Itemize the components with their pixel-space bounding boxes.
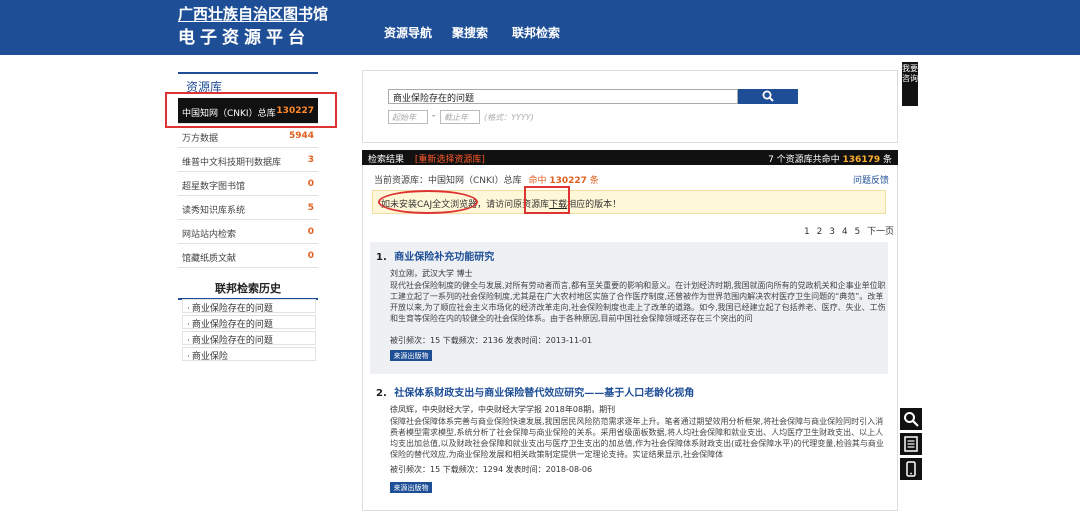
sidebar-title: 资源库 [178,72,318,94]
db-item-label: 网站站内检索 [182,230,237,240]
hits-count: 130227 [549,176,587,186]
platform-name: 电子资源平台 [178,28,310,48]
page-1[interactable]: 1 [804,227,810,237]
db-item-count: 5944 [288,131,314,141]
db-item-cnki[interactable]: 中国知网（CNKI）总库 130227 [178,98,318,124]
history-item[interactable]: 商业保险存在的问题 [182,299,316,314]
search-history-title: 联邦检索历史 [178,280,318,300]
history-item[interactable]: 商业保险存在的问题 [182,331,316,346]
db-item-duxiu[interactable]: 读秀知识库系统 5 [178,196,318,220]
nav-aggregated-search[interactable]: 聚搜索 [452,24,488,41]
notice-text-2: ，请访问原资源库 [477,200,550,210]
page-2[interactable]: 2 [817,227,823,237]
logo-divider [178,21,308,22]
db-item-label: 维普中文科技期刊数据库 [182,158,282,168]
db-item-count: 130227 [276,106,314,116]
current-db-label: 当前资源库：中国知网（CNKI）总库 [374,176,522,186]
source-button[interactable]: 来源出版物 [390,482,432,493]
total-summary-suffix: 条 [882,155,892,165]
notice-text-3: 相应的版本！ [567,200,622,210]
result-item: 2. 社保体系财政支出与商业保险替代效应研究——基于人口老龄化视角 徐凤辉，中央… [370,378,888,500]
result-stats: 被引频次：15 下载频次：1294 发表时间：2018-08-06 [390,465,593,474]
feedback-link[interactable]: 问题反馈 [853,173,889,186]
result-number: 1. [376,252,387,263]
pagination: 1 2 3 4 5 下一页 [800,224,894,237]
search-input[interactable]: 商业保险存在的问题 [388,89,738,104]
result-number: 2. [376,388,387,399]
notice-text-1: 如未安装CAJ全文浏览器 [381,200,478,210]
next-page[interactable]: 下一页 [867,227,894,237]
download-link[interactable]: 下载 [549,200,567,210]
results-label: 检索结果 [368,155,405,165]
results-bar: 检索结果 [重新选择资源库] 7 个资源库共命中 136179 条 [362,150,898,165]
search-button[interactable] [738,89,798,104]
nav-federated-search[interactable]: 联邦检索 [512,24,560,41]
db-item-label: 读秀知识库系统 [182,206,246,216]
db-item-label: 馆藏纸质文献 [182,254,237,264]
total-summary-prefix: 7 个资源库共命中 [768,155,840,165]
db-item-label: 中国知网（CNKI）总库 [182,109,276,119]
side-document-button[interactable] [900,433,922,455]
consult-tab[interactable]: 我要咨询 [902,62,918,106]
search-icon [904,412,919,427]
side-mobile-button[interactable] [900,458,922,480]
db-item-site-search[interactable]: 网站站内检索 0 [178,220,318,244]
side-search-button[interactable] [900,408,922,430]
db-item-print-collection[interactable]: 馆藏纸质文献 0 [178,244,318,268]
total-count: 136179 [842,155,881,165]
db-item-count: 3 [307,155,314,165]
document-icon [904,436,918,452]
db-item-wanfang[interactable]: 万方数据 5944 [178,124,318,148]
history-item[interactable]: 商业保险 [182,347,316,362]
top-header: 广西壮族自治区图书馆 电子资源平台 资源导航 聚搜索 联邦检索 [0,0,1080,55]
reselect-db-link[interactable]: [重新选择资源库] [415,155,485,165]
result-abstract: 现代社会保险制度的健全与发展,对所有劳动者而言,都有至关重要的影响和意义。在计划… [390,281,886,323]
hits-suffix: 条 [589,176,599,186]
start-year-input[interactable]: 起始年 [388,110,428,124]
result-title-row: 1. 商业保险补充功能研究 [376,248,494,263]
page-5[interactable]: 5 [854,227,860,237]
history-item[interactable]: 商业保险存在的问题 [182,315,316,330]
source-button[interactable]: 来源出版物 [390,350,432,361]
db-item-count: 0 [307,179,314,189]
result-stats: 被引频次：15 下载频次：2136 发表时间：2013-11-01 [390,336,593,345]
date-range-dash: - [432,111,436,121]
db-item-vip[interactable]: 维普中文科技期刊数据库 3 [178,148,318,172]
date-format-hint: (格式：YYYY) [484,113,534,122]
db-item-count: 5 [307,203,314,213]
result-author: 刘立刚，武汉大学 博士 [390,269,473,278]
db-item-count: 0 [307,227,314,237]
current-database: 当前资源库：中国知网（CNKI）总库 命中 130227 条 [374,173,599,186]
search-icon [762,90,774,102]
db-item-label: 超星数字图书馆 [182,182,246,192]
page-3[interactable]: 3 [829,227,835,237]
page-4[interactable]: 4 [842,227,848,237]
db-item-superstar[interactable]: 超星数字图书馆 0 [178,172,318,196]
db-item-label: 万方数据 [182,134,219,144]
total-summary: 7 个资源库共命中 136179 条 [768,152,892,165]
result-item: 1. 商业保险补充功能研究 刘立刚，武汉大学 博士 现代社会保险制度的健全与发展… [370,242,888,374]
result-title-link[interactable]: 商业保险补充功能研究 [394,252,494,263]
result-title-link[interactable]: 社保体系财政支出与商业保险替代效应研究——基于人口老龄化视角 [394,388,694,399]
result-author: 徐凤辉，中央财经大学，中央财经大学学报 2018年08期，期刊 [390,405,616,414]
result-title-row: 2. 社保体系财政支出与商业保险替代效应研究——基于人口老龄化视角 [376,384,694,399]
db-item-count: 0 [307,251,314,261]
mobile-phone-icon [906,461,916,477]
hits-label: 命中 [528,176,547,186]
nav-resource-navigation[interactable]: 资源导航 [384,24,432,41]
caj-notice: 如未安装CAJ全文浏览器，请访问原资源库下载相应的版本！ [372,190,886,214]
result-abstract: 保障社会保障体系完善与商业保险快速发展,我国居民风险防范需求逐年上升。笔者通过期… [390,417,884,459]
end-year-input[interactable]: 截止年 [440,110,480,124]
search-panel [362,70,898,143]
